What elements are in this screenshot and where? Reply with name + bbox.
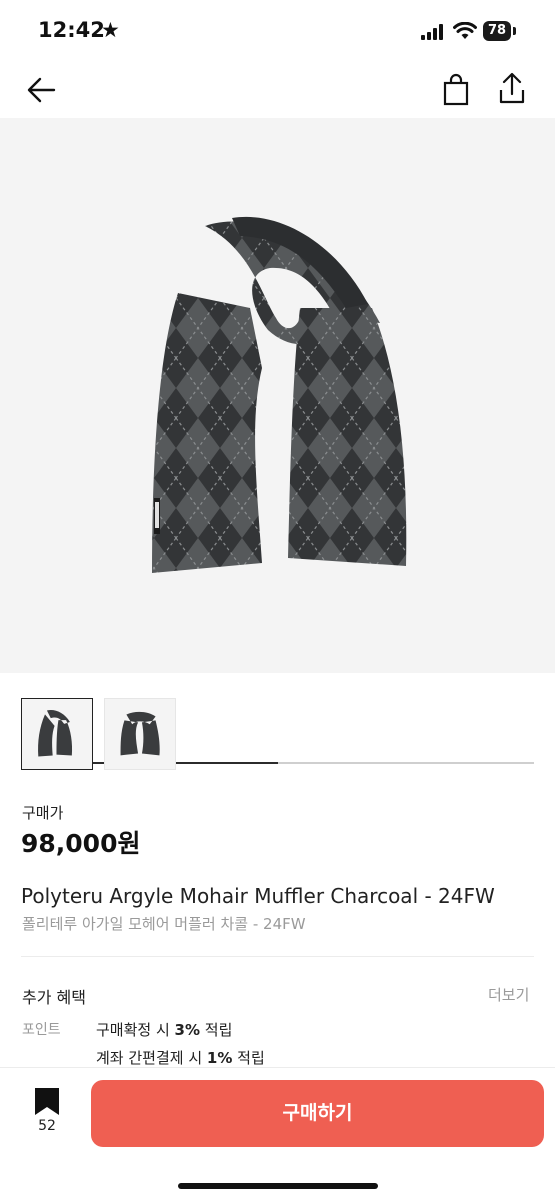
shopping-bag-button[interactable] xyxy=(438,72,474,108)
benefit-rate: 1% xyxy=(206,1049,233,1067)
share-button[interactable] xyxy=(494,70,530,108)
share-icon xyxy=(499,72,525,104)
buy-button[interactable]: 구매하기 xyxy=(91,1080,544,1147)
benefit-text: 적립 xyxy=(232,1049,265,1067)
status-time: 12:42 xyxy=(38,18,105,42)
thumbnail-image xyxy=(120,711,160,756)
status-bar: 12:42 ★ 78 xyxy=(0,0,555,62)
arrow-left-icon xyxy=(27,77,56,103)
benefits-more-link[interactable]: 더보기 xyxy=(488,984,529,1005)
bookmark-icon xyxy=(35,1088,59,1115)
benefits-title: 추가 혜택 xyxy=(22,988,86,1007)
thumbnail-image xyxy=(38,710,73,757)
bookmark-button[interactable]: 52 xyxy=(30,1088,64,1138)
star-icon: ★ xyxy=(101,18,120,42)
point-label: 포인트 xyxy=(22,1022,61,1038)
benefit-text: 적립 xyxy=(200,1021,233,1039)
home-indicator xyxy=(178,1183,378,1189)
back-button[interactable] xyxy=(22,72,62,108)
bottom-action-bar: 52 구매하기 xyxy=(0,1068,555,1200)
shopping-bag-icon xyxy=(443,73,469,106)
product-title-en: Polyteru Argyle Mohair Muffler Charcoal … xyxy=(21,884,495,908)
cellular-signal-icon xyxy=(421,24,443,40)
carousel-progress xyxy=(22,762,534,764)
bookmark-count: 52 xyxy=(38,1118,56,1134)
benefit-text: 계좌 간편결제 시 xyxy=(96,1049,207,1067)
benefit-rate: 3% xyxy=(174,1021,201,1039)
section-divider xyxy=(21,956,534,957)
product-title-ko: 폴리테루 아가일 모헤어 머플러 차콜 - 24FW xyxy=(22,915,306,933)
benefit-text: 구매확정 시 xyxy=(96,1021,175,1039)
battery-cap xyxy=(513,27,516,35)
top-nav xyxy=(0,62,555,118)
benefit-purchase-confirm: 구매확정 시 3% 적립 xyxy=(96,1019,232,1040)
price-label: 구매가 xyxy=(22,804,64,822)
product-image-carousel[interactable] xyxy=(0,118,555,764)
thumbnail-1[interactable] xyxy=(21,698,93,770)
battery-indicator: 78 xyxy=(483,21,516,41)
product-image xyxy=(152,216,407,573)
wifi-icon xyxy=(453,22,477,39)
benefit-account-pay: 계좌 간편결제 시 1% 적립 xyxy=(96,1047,265,1068)
battery-level: 78 xyxy=(483,21,511,41)
product-price: 98,000원 xyxy=(21,829,141,858)
thumbnail-2[interactable] xyxy=(104,698,176,770)
